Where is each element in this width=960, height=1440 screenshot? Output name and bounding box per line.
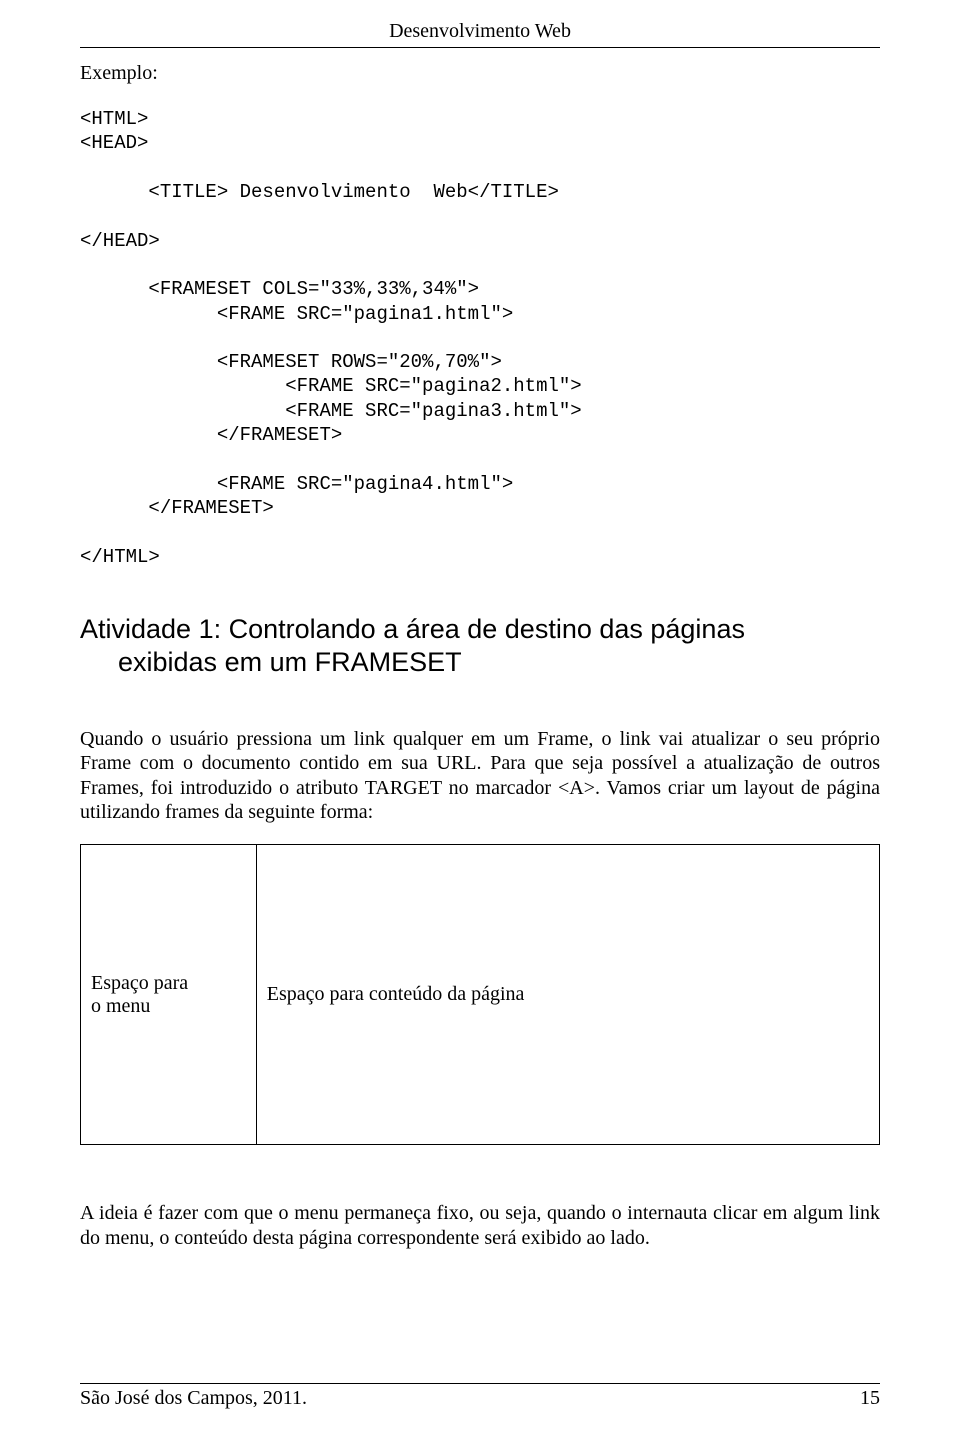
heading-line-2: exibidas em um FRAMESET <box>80 646 880 679</box>
document-page: Desenvolvimento Web Exemplo: <HTML> <HEA… <box>0 0 960 1440</box>
intro-paragraph: Quando o usuário pressiona um link qualq… <box>80 727 880 825</box>
menu-cell-line2: o menu <box>91 995 150 1017</box>
content-cell: Espaço para conteúdo da página <box>256 845 879 1145</box>
layout-diagram-table: Espaço para o menu Espaço para conteúdo … <box>80 844 880 1145</box>
header-title: Desenvolvimento Web <box>389 20 571 42</box>
example-label: Exemplo: <box>80 62 880 85</box>
page-header: Desenvolvimento Web <box>80 20 880 47</box>
heading-line-1: Atividade 1: Controlando a área de desti… <box>80 613 880 646</box>
table-row: Espaço para o menu Espaço para conteúdo … <box>81 845 880 1145</box>
menu-cell: Espaço para o menu <box>81 845 257 1145</box>
activity-heading: Atividade 1: Controlando a área de desti… <box>80 613 880 679</box>
final-paragraph: A ideia é fazer com que o menu permaneça… <box>80 1201 880 1250</box>
footer-divider <box>80 1383 880 1384</box>
footer-page-number: 15 <box>860 1387 880 1410</box>
footer-line: São José dos Campos, 2011. 15 <box>80 1387 880 1410</box>
footer-left: São José dos Campos, 2011. <box>80 1387 307 1410</box>
header-divider <box>80 47 880 48</box>
menu-cell-line1: Espaço para <box>91 972 188 994</box>
content-cell-text: Espaço para conteúdo da página <box>267 983 525 1005</box>
code-block: <HTML> <HEAD> <TITLE> Desenvolvimento We… <box>80 107 880 569</box>
page-footer: São José dos Campos, 2011. 15 <box>80 1383 880 1410</box>
